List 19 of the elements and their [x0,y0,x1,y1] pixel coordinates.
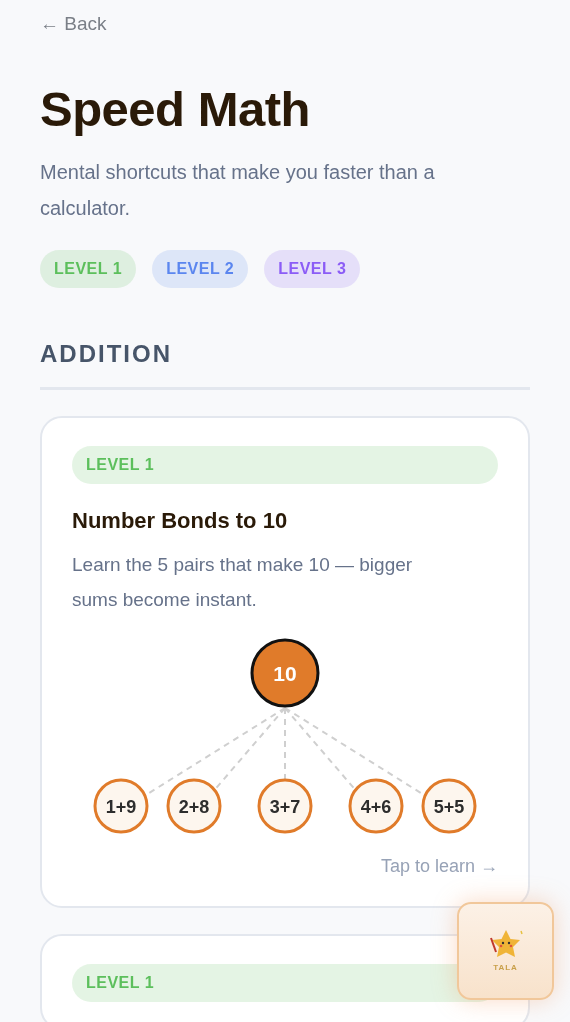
total-node: 10 [250,638,320,708]
level-tag: LEVEL 1 [72,446,498,485]
back-link[interactable]: ← Back [40,10,107,39]
level-filter-tag[interactable]: LEVEL 1 [40,250,137,289]
lesson-description: Learn the 5 pairs that make 10 — bigger sums become instant. [72,553,414,613]
page-title: Speed Math [40,82,311,137]
assistant-overlay[interactable]: TALA [457,902,554,1000]
section-heading: ADDITION [40,340,530,391]
pair-node: 1+9 [93,778,149,834]
pair-node: 4+6 [348,778,404,834]
tap-to-learn-link[interactable]: Tap to learn → [380,856,498,877]
lesson-card[interactable]: LEVEL 1 Number Bonds to 10 Learn the 5 pairs that make 10 — bigger sums become instant. 10 1+9 2+8 3+7 4+6 5+5 Tap to learn → [40,416,530,909]
level-filter-tag[interactable]: LEVEL 3 [264,250,361,289]
level-filter-tag[interactable]: LEVEL 2 [152,250,249,289]
pair-node: 5+5 [421,778,477,834]
pair-node: 3+7 [257,778,313,834]
pair-node: 2+8 [166,778,222,834]
lesson-title: Number Bonds to 10 [72,507,289,536]
page-subtitle: Mental shortcuts that make you faster than a calculator. [40,160,436,222]
